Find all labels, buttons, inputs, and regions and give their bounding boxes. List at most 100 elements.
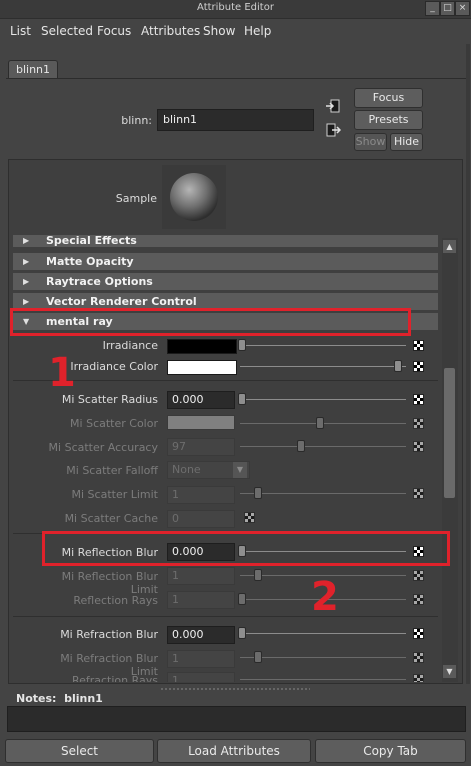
hide-button[interactable]: Hide (390, 133, 423, 151)
irradiance-slider-track[interactable] (240, 345, 406, 346)
scatter-accuracy-slider-track[interactable] (240, 446, 406, 447)
refraction-blur-limit-slider-handle[interactable] (254, 651, 262, 663)
scatter-cache-label: Mi Scatter Cache (64, 512, 158, 525)
title-bar: Attribute Editor _ □ × (0, 0, 471, 19)
divider (13, 616, 438, 617)
scatter-color-slider-handle[interactable] (316, 417, 324, 429)
scrollbar-thumb[interactable] (444, 368, 455, 498)
checker-map-icon[interactable] (413, 361, 424, 372)
menu-attributes[interactable]: Attributes (141, 24, 200, 38)
reflection-rays-slider-handle[interactable] (238, 593, 246, 605)
collapsed-arrow-icon: ▶ (23, 277, 30, 286)
reflection-rays-input[interactable]: 1 (167, 591, 235, 609)
checker-map-icon[interactable] (413, 628, 424, 639)
scatter-color-swatch[interactable] (167, 415, 235, 430)
scatter-cache-input[interactable]: 0 (167, 510, 235, 528)
irradiance-color-slider-track[interactable] (240, 366, 406, 367)
tab-blinn1[interactable]: blinn1 (8, 60, 58, 79)
scatter-radius-slider-track[interactable] (240, 399, 406, 400)
section-raytrace-options[interactable]: ▶ Raytrace Options (13, 273, 438, 290)
scatter-falloff-label: Mi Scatter Falloff (66, 464, 158, 477)
checker-map-icon[interactable] (413, 441, 424, 452)
scatter-accuracy-input[interactable]: 97 (167, 438, 235, 456)
scatter-accuracy-slider-handle[interactable] (297, 440, 305, 452)
scatter-limit-slider-handle[interactable] (254, 487, 262, 499)
minimize-icon[interactable]: _ (425, 1, 440, 16)
checker-map-icon[interactable] (244, 512, 255, 523)
right-edge (466, 44, 470, 684)
focus-button[interactable]: Focus (354, 88, 423, 108)
notes-node: blinn1 (64, 692, 103, 705)
reflection-blur-limit-input[interactable]: 1 (167, 567, 235, 585)
notes-textarea[interactable] (7, 706, 466, 732)
refraction-blur-limit-slider-track[interactable] (240, 657, 406, 658)
refraction-rays-input[interactable]: 1 (167, 672, 235, 682)
sample-label: Sample (115, 192, 157, 205)
irradiance-slider-handle[interactable] (238, 339, 246, 351)
reflection-blur-limit-slider-handle[interactable] (254, 569, 262, 581)
menu-help[interactable]: Help (244, 24, 271, 38)
checker-map-icon[interactable] (413, 674, 424, 682)
refraction-blur-limit-input[interactable]: 1 (167, 650, 235, 668)
node-name-field[interactable]: blinn1 (157, 109, 314, 131)
scatter-limit-input[interactable]: 1 (167, 486, 235, 504)
refraction-rays-row: Refraction Rays 1 (13, 672, 438, 682)
irradiance-color-swatch[interactable] (167, 339, 237, 354)
menu-focus[interactable]: Focus (97, 24, 131, 38)
menu-list[interactable]: List (10, 24, 31, 38)
reflection-blur-limit-label: Mi Reflection Blur Limit (61, 570, 158, 596)
checker-map-icon[interactable] (413, 594, 424, 605)
menu-show[interactable]: Show (203, 24, 235, 38)
irradiance-color-slider-handle[interactable] (394, 360, 402, 372)
presets-button[interactable]: Presets (354, 110, 423, 130)
checker-map-icon[interactable] (413, 488, 424, 499)
scatter-falloff-select[interactable]: None ▼ (167, 461, 250, 479)
refraction-rays-label: Refraction Rays (71, 674, 158, 682)
refraction-blur-slider-track[interactable] (240, 633, 406, 634)
reflection-rays-label: Reflection Rays (73, 594, 158, 607)
checker-map-icon[interactable] (413, 418, 424, 429)
annotation-number-1: 1 (48, 350, 76, 396)
scroll-down-icon[interactable]: ▼ (443, 665, 456, 678)
collapsed-arrow-icon: ▶ (23, 236, 30, 245)
scatter-radius-input[interactable]: 0.000 (167, 391, 235, 409)
copy-tab-button[interactable]: Copy Tab (315, 739, 466, 763)
chevron-down-icon: ▼ (233, 462, 247, 478)
output-connections-icon[interactable] (325, 123, 342, 137)
load-attributes-button[interactable]: Load Attributes (157, 739, 311, 763)
collapsed-arrow-icon: ▶ (23, 257, 30, 266)
notes-label: Notes: blinn1 (16, 692, 103, 705)
node-name-label: blinn: (121, 114, 152, 127)
annotation-number-2: 2 (311, 574, 339, 620)
scatter-limit-label: Mi Scatter Limit (71, 488, 159, 501)
irradiance-color-value-swatch[interactable] (167, 360, 237, 375)
section-special-effects[interactable]: ▶ Special Effects (13, 235, 438, 247)
window-title: Attribute Editor (197, 2, 274, 13)
maximize-icon[interactable]: □ (440, 1, 455, 16)
select-button[interactable]: Select (5, 739, 154, 763)
refraction-blur-label: Mi Refraction Blur (60, 628, 158, 641)
menu-bar: List Selected Focus Attributes Show Help (0, 19, 471, 43)
refraction-rays-slider-track[interactable] (240, 679, 406, 680)
input-connections-icon[interactable] (325, 99, 341, 113)
scatter-limit-slider-track[interactable] (240, 493, 406, 494)
checker-map-icon[interactable] (413, 652, 424, 663)
checker-map-icon[interactable] (413, 570, 424, 581)
menu-selected[interactable]: Selected (41, 24, 93, 38)
vertical-scrollbar[interactable]: ▲ ▼ (442, 238, 458, 682)
annotation-highlight-reflection-blur (42, 531, 450, 566)
refraction-blur-slider-handle[interactable] (238, 627, 246, 639)
close-icon[interactable]: × (455, 1, 470, 16)
show-button[interactable]: Show (354, 133, 387, 151)
checker-map-icon[interactable] (413, 394, 424, 405)
scroll-up-icon[interactable]: ▲ (443, 240, 456, 253)
scatter-accuracy-label: Mi Scatter Accuracy (48, 441, 158, 454)
splitter-handle[interactable] (160, 688, 310, 690)
scatter-falloff-value: None (172, 463, 201, 476)
checker-map-icon[interactable] (413, 340, 424, 351)
divider (13, 380, 438, 381)
refraction-blur-input[interactable]: 0.000 (167, 626, 235, 644)
section-matte-opacity[interactable]: ▶ Matte Opacity (13, 253, 438, 270)
material-sample-swatch (162, 165, 226, 229)
scatter-radius-slider-handle[interactable] (238, 393, 246, 405)
